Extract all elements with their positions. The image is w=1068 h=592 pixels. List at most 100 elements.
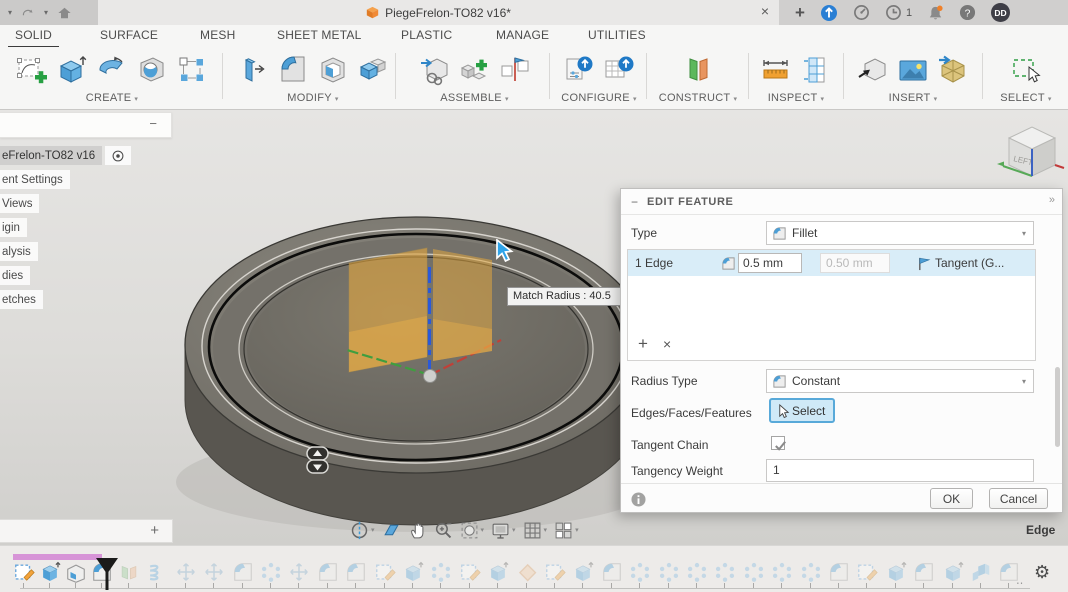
select-tool-icon[interactable]: [1009, 53, 1043, 87]
timeline-feature-sketch[interactable]: [459, 561, 481, 583]
timeline-feature-hole[interactable]: [65, 561, 87, 583]
timeline-feature-extrude[interactable]: [572, 561, 594, 583]
tangency-weight-input[interactable]: 1: [766, 459, 1034, 482]
timeline-settings-gear-icon[interactable]: ⚙: [1034, 563, 1050, 581]
configure-table-icon[interactable]: [602, 53, 636, 87]
ribbon-tab-utilities[interactable]: UTILITIES: [588, 28, 646, 42]
timeline-feature-fillet[interactable]: [913, 561, 935, 583]
help-icon[interactable]: ?: [959, 4, 976, 21]
look-at-nav-icon[interactable]: [382, 521, 401, 540]
radius-type-dropdown[interactable]: Constant ▾: [766, 369, 1034, 393]
redo-icon[interactable]: [21, 7, 35, 19]
timeline-feature-form[interactable]: [516, 561, 538, 583]
browser-item-views[interactable]: Views: [0, 194, 39, 213]
timeline-feature-pattern[interactable]: [800, 561, 822, 583]
timeline-feature-fillet[interactable]: [998, 561, 1020, 583]
browser-item-etches[interactable]: etches: [0, 290, 43, 309]
group-label-modify[interactable]: MODIFY▾: [233, 92, 393, 104]
view-cube[interactable]: LEFT: [995, 116, 1067, 184]
ribbon-tab-solid[interactable]: SOLID: [15, 28, 52, 42]
document-tab[interactable]: PiegeFrelon-TO82 v16* ×: [98, 0, 779, 25]
tangent-chain-checkbox[interactable]: [771, 436, 785, 450]
press-pull-icon[interactable]: [236, 53, 270, 87]
timeline-feature-extrude[interactable]: [885, 561, 907, 583]
home-icon[interactable]: [57, 6, 72, 20]
construct-plane-icon[interactable]: [681, 53, 715, 87]
zoom-nav-icon[interactable]: [434, 521, 453, 540]
continuity-dropdown[interactable]: Tangent (G...: [935, 256, 1031, 270]
insert-derive-icon[interactable]: [856, 53, 890, 87]
browser-item-alysis[interactable]: alysis: [0, 242, 38, 261]
timeline-feature-extrude[interactable]: [402, 561, 424, 583]
section-analysis-icon[interactable]: [799, 53, 833, 87]
timeline-feature-fillet[interactable]: [317, 561, 339, 583]
sketch-create-icon[interactable]: [15, 53, 49, 87]
timeline-feature-extrude[interactable]: [487, 561, 509, 583]
shell-icon[interactable]: [316, 53, 350, 87]
timeline-feature-sketch[interactable]: [856, 561, 878, 583]
origin-point[interactable]: [424, 370, 437, 383]
avatar[interactable]: DD: [991, 3, 1010, 22]
timeline-feature-pattern[interactable]: [771, 561, 793, 583]
grid-nav-icon[interactable]: ▾: [523, 521, 548, 540]
timeline-feature-pattern[interactable]: [260, 561, 282, 583]
browser-add-icon[interactable]: +: [150, 522, 159, 539]
timeline-feature-sketch[interactable]: [374, 561, 396, 583]
history-icon[interactable]: [885, 4, 902, 21]
group-label-construct[interactable]: CONSTRUCT▾: [652, 92, 744, 104]
timeline-feature-pattern[interactable]: [658, 561, 680, 583]
dialog-header[interactable]: − EDIT FEATURE »: [621, 189, 1062, 215]
group-label-configure[interactable]: CONFIGURE▾: [556, 92, 642, 104]
timeline-feature-pattern[interactable]: [686, 561, 708, 583]
group-label-insert[interactable]: INSERT▾: [848, 92, 978, 104]
browser-item-efrelon-to82-v16[interactable]: eFrelon-TO82 v16: [0, 146, 131, 165]
timeline-feature-move[interactable]: [288, 561, 310, 583]
configure-sheet-icon[interactable]: [562, 53, 596, 87]
new-component-icon[interactable]: [418, 53, 452, 87]
performance-icon[interactable]: [853, 4, 870, 21]
timeline-feature-move[interactable]: [175, 561, 197, 583]
extrude-icon[interactable]: [55, 53, 89, 87]
ribbon-tab-manage[interactable]: MANAGE: [496, 28, 549, 42]
timeline-feature-pattern[interactable]: [430, 561, 452, 583]
viewport[interactable]: − eFrelon-TO82 v16ent SettingsViewsigina…: [0, 110, 1068, 545]
dock-panel-icon[interactable]: »: [1049, 194, 1055, 206]
new-tab-button[interactable]: +: [795, 4, 805, 21]
pattern-rect-icon[interactable]: [175, 53, 209, 87]
hole-icon[interactable]: [135, 53, 169, 87]
radius-input[interactable]: 0.5 mm: [738, 253, 802, 273]
timeline-feature-fillet[interactable]: [345, 561, 367, 583]
combine-tool-icon[interactable]: [356, 53, 390, 87]
browser-item-dies[interactable]: dies: [0, 266, 30, 285]
ribbon-tab-mesh[interactable]: MESH: [200, 28, 235, 42]
component-activate-radio-icon[interactable]: [105, 146, 131, 165]
viewports-nav-icon[interactable]: ▾: [554, 521, 579, 540]
timeline-feature-move[interactable]: [203, 561, 225, 583]
ribbon-tab-surface[interactable]: SURFACE: [100, 28, 158, 42]
info-icon[interactable]: [631, 492, 645, 506]
browser-item-ent-settings[interactable]: ent Settings: [0, 170, 70, 189]
job-status-icon[interactable]: [820, 4, 838, 22]
undo-menu-icon[interactable]: ▾: [8, 8, 12, 17]
timeline-playhead[interactable]: [95, 557, 119, 592]
ribbon-tab-plastic[interactable]: PLASTIC: [401, 28, 452, 42]
ok-button[interactable]: OK: [930, 488, 973, 509]
timeline-feature-plane[interactable]: [118, 561, 140, 583]
pan-nav-icon[interactable]: [408, 521, 427, 540]
group-label-create[interactable]: CREATE▾: [6, 92, 218, 104]
timeline-feature-coil[interactable]: [146, 561, 168, 583]
orbit-nav-icon[interactable]: ▾: [350, 521, 375, 540]
redo-menu-icon[interactable]: ▾: [44, 8, 48, 17]
cancel-button[interactable]: Cancel: [989, 488, 1048, 509]
notifications-icon[interactable]: [927, 4, 944, 22]
timeline-feature-fillet[interactable]: [828, 561, 850, 583]
radius-ghost-input[interactable]: 0.50 mm: [820, 253, 890, 273]
close-tab-icon[interactable]: ×: [761, 3, 769, 19]
timeline-group-bar[interactable]: [13, 554, 102, 560]
timeline-feature-fillet[interactable]: [601, 561, 623, 583]
revolve-icon[interactable]: [95, 53, 129, 87]
fit-nav-icon[interactable]: ▾: [460, 521, 485, 540]
timeline-feature-pattern[interactable]: [714, 561, 736, 583]
remove-edge-set-button[interactable]: ×: [663, 334, 671, 354]
collapse-dialog-icon[interactable]: −: [631, 195, 638, 209]
